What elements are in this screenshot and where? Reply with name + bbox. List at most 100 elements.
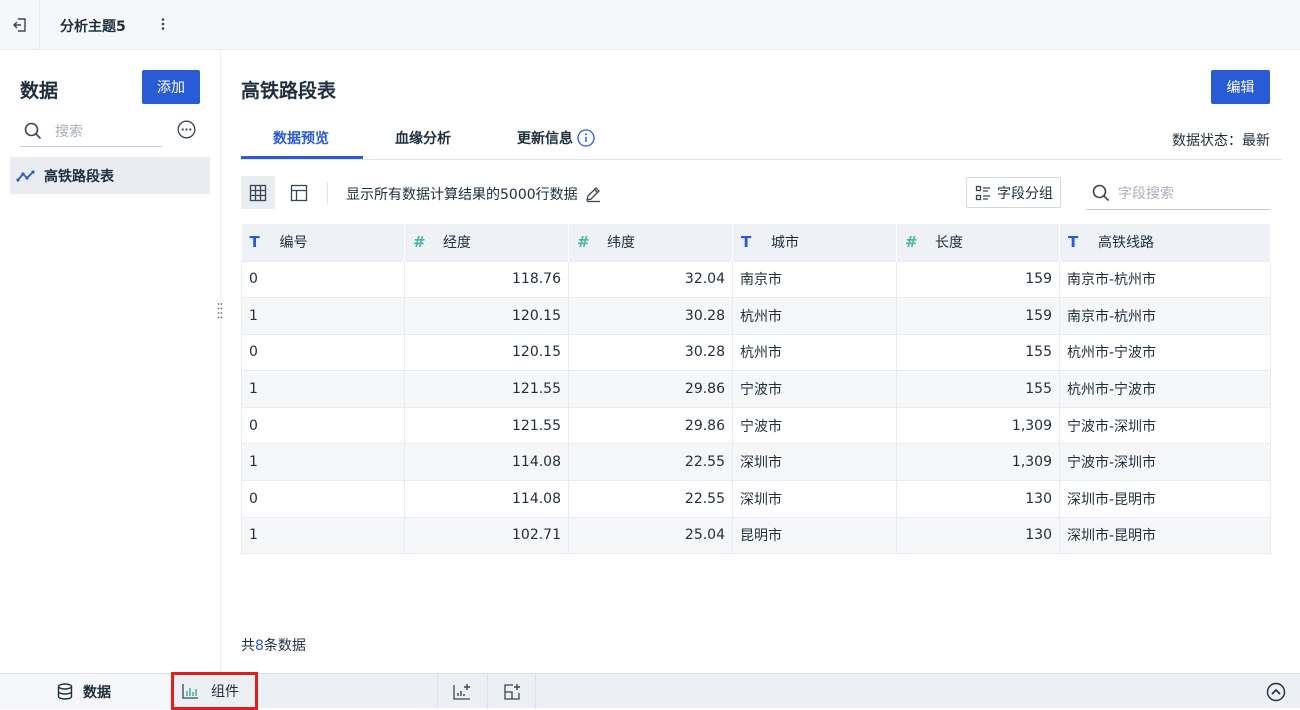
table-cell: 深圳市 [732,480,897,518]
active-tab-indicator [241,156,363,159]
table-row: 1 114.08 22.55 深圳市 1,309 宁波市-深圳市 [241,443,1271,482]
table-cell: 114.08 [404,480,569,518]
table-cell: 南京市 [732,260,897,299]
bar-chart-icon [182,684,198,699]
bottom-bar: 数据 组件 [0,672,1300,710]
column-header[interactable]: T 编号 [241,224,405,261]
tab-update-info-label: 更新信息 [517,131,573,147]
bottom-tab-component[interactable]: 组件 [171,672,258,710]
info-icon [577,129,595,147]
chevron-up-icon[interactable] [1266,682,1286,702]
table-header-row: T 编号 # 经度 # 纬度 T 城市 # 长度 T 高铁线路 [241,224,1271,261]
row-count-number: 8 [255,638,264,654]
tab-lineage[interactable]: 血缘分析 [395,128,451,148]
search-icon [24,122,42,140]
preview-toolbar: 显示所有数据计算结果的5000行数据 字段分组 字段搜索 [241,176,1271,210]
table-cell: 22.55 [568,443,733,482]
data-status: 数据状态：最新 [1172,133,1270,149]
data-panel: 数据 添加 搜索 高铁路段表 [0,50,221,673]
table-cell: 1,309 [896,406,1060,445]
column-header[interactable]: # 纬度 [568,224,733,261]
table-cell: 159 [896,297,1060,335]
number-type-icon: # [577,233,590,252]
table-cell: 0 [241,406,405,445]
column-header[interactable]: # 经度 [404,224,569,261]
field-group-icon [975,185,990,200]
table-cell: 宁波市 [732,406,897,445]
column-header[interactable]: T 城市 [732,224,897,261]
table-cell: 30.28 [568,333,733,372]
text-type-icon: T [741,233,752,252]
table-view-button[interactable] [282,176,316,209]
exit-button[interactable] [0,0,40,50]
table-cell: 0 [241,480,405,518]
row-count: 共8条数据 [241,638,306,654]
table-cell: 杭州市 [732,297,897,335]
table-cell: 155 [896,333,1060,372]
table-cell: 0 [241,333,405,372]
table-cell: 宁波市-深圳市 [1059,443,1271,482]
table-cell: 1,309 [896,443,1060,482]
add-component-button[interactable] [437,674,486,709]
table-cell: 22.55 [568,480,733,518]
column-header[interactable]: # 长度 [896,224,1060,261]
table-cell: 32.04 [568,260,733,299]
edit-button[interactable]: 编辑 [1211,70,1270,104]
table-cell: 南京市-杭州市 [1059,297,1271,335]
row-limit-description: 显示所有数据计算结果的5000行数据 [346,184,602,204]
table-cell: 1 [241,443,405,482]
kebab-icon [161,18,165,30]
grid-view-button[interactable] [241,176,275,209]
field-group-button[interactable]: 字段分组 [966,177,1061,208]
edit-pencil-icon[interactable] [584,185,602,203]
table-cell: 1 [241,516,405,555]
table-row: 0 114.08 22.55 深圳市 130 深圳市-昆明市 [241,480,1271,518]
number-type-icon: # [413,233,426,252]
line-chart-icon [16,169,35,182]
row-limit-text: 显示所有数据计算结果的5000行数据 [346,187,578,203]
table-cell: 深圳市-昆明市 [1059,516,1271,555]
table-row: 0 121.55 29.86 宁波市 1,309 宁波市-深圳市 [241,406,1271,445]
dataset-item[interactable]: 高铁路段表 [10,157,210,194]
table-cell: 25.04 [568,516,733,555]
bottom-tab-data[interactable]: 数据 [0,674,172,709]
bottom-tab-component-label: 组件 [211,684,239,700]
field-search-input[interactable]: 字段搜索 [1086,176,1270,210]
table-cell: 159 [896,260,1060,299]
table-cell: 宁波市-深圳市 [1059,406,1271,445]
tab-update-info[interactable]: 更新信息 [517,128,595,148]
table-cell: 宁波市 [732,370,897,408]
search-icon [1092,184,1110,201]
search-placeholder: 搜索 [55,124,83,140]
field-group-label: 字段分组 [997,185,1053,202]
table-cell: 130 [896,516,1060,555]
add-layout-icon [503,683,520,700]
table-cell: 深圳市-昆明市 [1059,480,1271,518]
table-cell: 南京市-杭州市 [1059,260,1271,299]
table-cell: 121.55 [404,406,569,445]
tab-data-preview[interactable]: 数据预览 [273,128,329,148]
table-cell: 114.08 [404,443,569,482]
data-preview-table: T 编号 # 经度 # 纬度 T 城市 # 长度 T 高铁线路 0 118.76 32.04 南京… [241,224,1271,555]
bottom-tab-data-label: 数据 [83,684,111,701]
number-type-icon: # [905,233,918,252]
more-options-icon[interactable] [177,120,196,139]
data-search-input[interactable]: 搜索 [20,116,162,147]
table-cell: 杭州市-宁波市 [1059,370,1271,408]
data-panel-title: 数据 [20,80,59,102]
layout-icon [290,184,308,201]
table-cell: 118.76 [404,260,569,299]
table-cell: 0 [241,260,405,299]
tab-bar: 数据预览 血缘分析 更新信息 数据状态：最新 [241,118,1282,160]
table-cell: 155 [896,370,1060,408]
main-content: 高铁路段表 编辑 数据预览 血缘分析 更新信息 数据状态：最新 显示所有数据计算… [222,50,1300,673]
add-dashboard-button[interactable] [487,674,536,709]
subject-menu-button[interactable] [156,14,170,34]
add-data-button[interactable]: 添加 [142,70,200,104]
table-cell: 29.86 [568,370,733,408]
column-header[interactable]: T 高铁线路 [1059,224,1271,261]
table-row: 1 102.71 25.04 昆明市 130 深圳市-昆明市 [241,516,1271,555]
table-cell: 120.15 [404,297,569,335]
table-row: 1 120.15 30.28 杭州市 159 南京市-杭州市 [241,297,1271,335]
table-cell: 29.86 [568,406,733,445]
